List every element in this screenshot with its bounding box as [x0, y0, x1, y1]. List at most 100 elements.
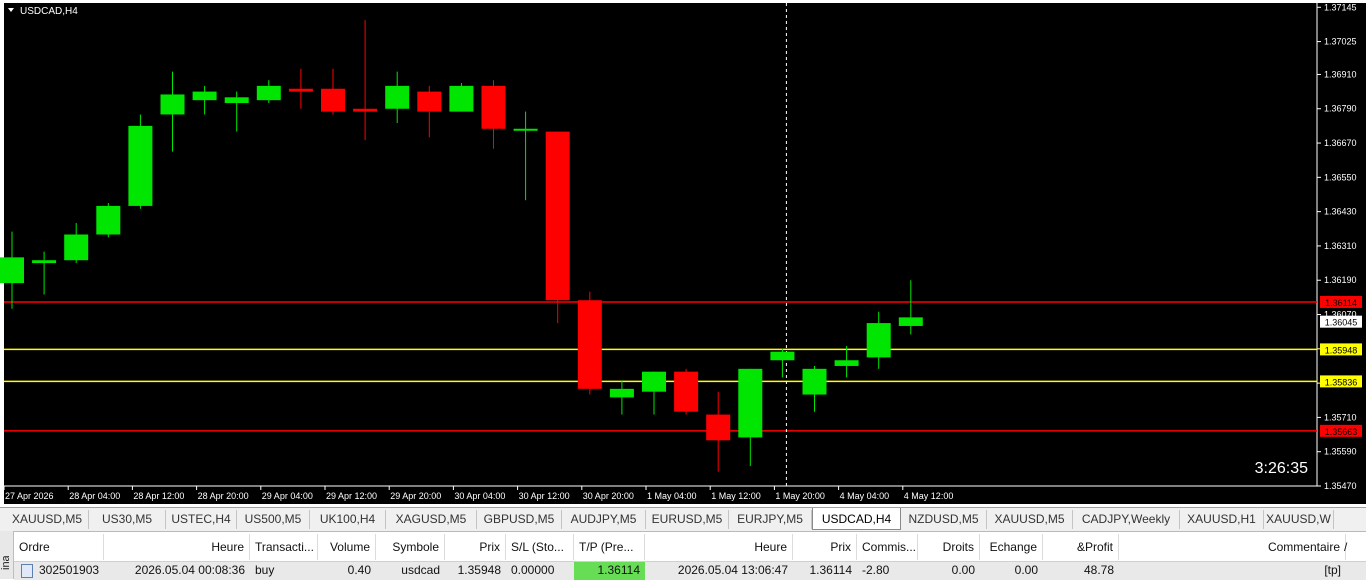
time-tick-label: 30 Apr 20:00: [583, 491, 634, 501]
time-tick-label: 4 May 04:00: [840, 491, 890, 501]
candle-body: [353, 108, 378, 112]
price-tick-label: 1.35590: [1324, 447, 1357, 457]
candle-body: [160, 94, 185, 115]
table-cell: 0.00: [1014, 563, 1038, 577]
column-header[interactable]: S/L (Sto...: [506, 534, 574, 560]
time-tick-label: 4 May 12:00: [904, 491, 954, 501]
price-tick-label: 1.36430: [1324, 207, 1357, 217]
candle: [96, 203, 121, 238]
price-tick-label: 1.37025: [1324, 37, 1357, 47]
time-tick-label: 1 May 20:00: [775, 491, 825, 501]
column-header[interactable]: Commentaire: [1119, 534, 1346, 560]
tab-uk100-h4[interactable]: UK100,H4: [310, 510, 386, 529]
table-cell: 0.00000: [511, 563, 555, 577]
price-tick-label: 1.36670: [1324, 138, 1357, 148]
tab-gbpusd-m5[interactable]: GBPUSD,M5: [477, 510, 562, 529]
column-header[interactable]: &Profit: [1043, 534, 1119, 560]
candle: [128, 114, 153, 209]
candle-body: [96, 205, 121, 235]
column-header[interactable]: Prix: [445, 534, 506, 560]
candle-body: [898, 317, 923, 326]
candle-body: [321, 88, 345, 112]
level-label-entry-1: 1.35948: [1325, 345, 1358, 355]
column-header[interactable]: Echange: [980, 534, 1043, 560]
time-tick-label: 29 Apr 04:00: [262, 491, 313, 501]
candle-body: [642, 371, 666, 392]
candle-body: [802, 368, 827, 395]
terminal-side-label: inal: [0, 556, 12, 570]
price-chart[interactable]: 1.37145 1.37025 1.36910 1.36790 1.36670 1.365…: [0, 0, 1366, 507]
candle-body: [449, 85, 474, 112]
chart-tabs-bar: XAUUSD,M5 US30,M5 USTEC,H4 US500,M5 UK100,H4…: [0, 507, 1366, 531]
candle-body: [385, 85, 410, 109]
tab-us30-m5[interactable]: US30,M5: [89, 510, 166, 529]
tab-usdcad-h4[interactable]: USDCAD,H4: [812, 508, 901, 530]
column-header[interactable]: Heure: [645, 534, 793, 560]
candle: [449, 83, 474, 112]
time-tick-label: 30 Apr 04:00: [454, 491, 505, 501]
column-header[interactable]: Commis...: [857, 534, 918, 560]
tab-us500-m5[interactable]: US500,M5: [237, 510, 310, 529]
candle-body: [513, 128, 538, 131]
order-icon: [21, 563, 33, 578]
column-header[interactable]: Heure: [104, 534, 250, 560]
table-cell: 1.36114: [574, 562, 645, 580]
table-cell: 0.00: [951, 563, 975, 577]
column-header[interactable]: T/P (Pre...: [574, 534, 645, 560]
price-tick-label: 1.37145: [1324, 2, 1357, 12]
tab-audjpy-m5[interactable]: AUDJPY,M5: [562, 510, 646, 529]
sort-arrow-icon[interactable]: /: [1339, 534, 1359, 560]
level-label-sl: 1.35663: [1325, 427, 1358, 437]
candle-body: [417, 91, 442, 112]
time-tick-label: 28 Apr 12:00: [133, 491, 184, 501]
table-cell: 2026.05.04 13:06:47: [677, 563, 788, 577]
time-tick-label: 1 May 04:00: [647, 491, 697, 501]
table-cell: 48.78: [1083, 563, 1114, 577]
time-tick-label: 1 May 12:00: [711, 491, 761, 501]
column-header[interactable]: Prix: [793, 534, 857, 560]
chart-window[interactable]: 1.37145 1.37025 1.36910 1.36790 1.36670 1.365…: [0, 0, 1366, 507]
tab-ustec-h4[interactable]: USTEC,H4: [166, 510, 237, 529]
price-tick-label: 1.35470: [1324, 481, 1357, 491]
time-tick-label: 30 Apr 12:00: [519, 491, 570, 501]
column-header[interactable]: Volume: [318, 534, 376, 560]
level-label-entry-2: 1.35836: [1325, 377, 1358, 387]
table-row[interactable]: 302501903 2026.05.04 00:08:36 buy 0.40 usdca…: [14, 561, 1366, 580]
time-tick-label: 28 Apr 20:00: [198, 491, 249, 501]
tab-xauusd-m5[interactable]: XAUUSD,M5: [6, 510, 89, 529]
candle-body: [64, 234, 89, 261]
time-tick-label: 27 Apr 2026: [5, 491, 54, 501]
table-cell: 0.40: [347, 563, 371, 577]
candle-body: [706, 414, 731, 441]
tab-eurusd-m5[interactable]: EURUSD,M5: [646, 510, 729, 529]
tab-xauusd-h1[interactable]: XAUUSD,H1: [1180, 510, 1264, 529]
candle: [577, 291, 602, 395]
column-header[interactable]: Ordre: [14, 534, 104, 560]
candle-body: [834, 360, 859, 366]
price-tick-label: 1.36310: [1324, 241, 1357, 251]
candle-body: [192, 91, 217, 101]
candle-body: [481, 85, 506, 129]
tab-nzdusd-m5[interactable]: NZDUSD,M5: [901, 510, 987, 529]
table-cell: usdcad: [401, 563, 440, 577]
bar-countdown: 3:26:35: [1255, 460, 1308, 477]
table-cell: 302501903: [14, 562, 104, 580]
trade-history-table: Ordre Heure Transacti... Volume Symbole Prix S…: [0, 531, 1366, 580]
candle: [674, 368, 699, 415]
tab-cadjpy-weekly[interactable]: CADJPY,Weekly: [1073, 510, 1180, 529]
candle-body: [128, 125, 153, 206]
candle-body: [866, 323, 891, 358]
time-tick-label: 28 Apr 04:00: [69, 491, 120, 501]
tab-xauusd-m5[interactable]: XAUUSD,M5: [987, 510, 1073, 529]
tab-xagusd-m5[interactable]: XAGUSD,M5: [386, 510, 477, 529]
tab-xauusd-w[interactable]: XAUUSD,W: [1264, 510, 1334, 529]
candle-body: [224, 97, 249, 104]
column-header[interactable]: Transacti...: [250, 534, 318, 560]
column-header[interactable]: Droits: [918, 534, 980, 560]
price-tick-label: 1.36190: [1324, 275, 1357, 285]
price-tick-label: 1.36910: [1324, 69, 1357, 79]
table-cell: 1.36114: [809, 563, 853, 577]
tab-eurjpy-m5[interactable]: EURJPY,M5: [729, 510, 812, 529]
candle-body: [288, 88, 313, 92]
column-header[interactable]: Symbole: [376, 534, 445, 560]
